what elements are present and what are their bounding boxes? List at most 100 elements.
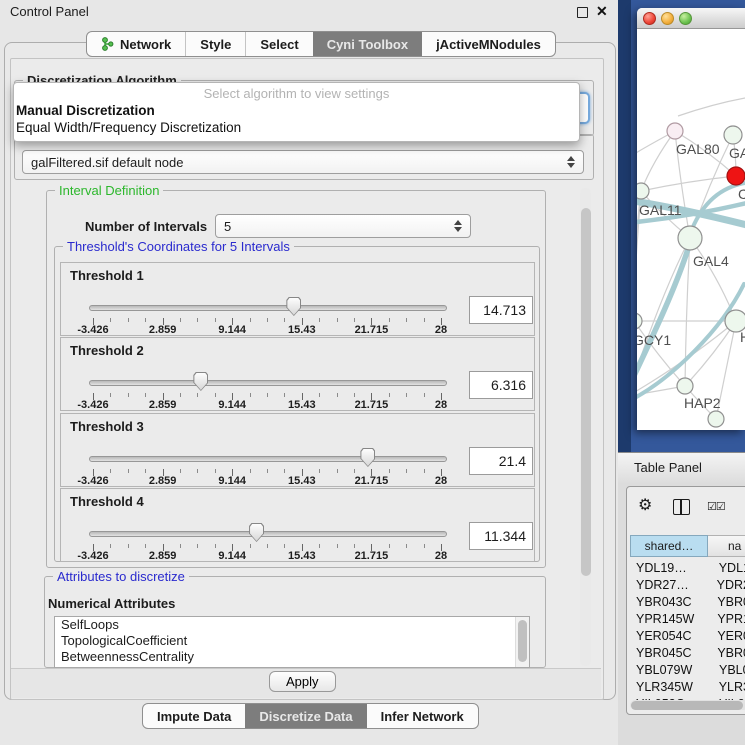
slider-thumb[interactable] <box>193 372 208 391</box>
tab-infer-network[interactable]: Infer Network <box>367 704 478 728</box>
slider-track[interactable] <box>89 531 447 537</box>
attribute-item-topologicalcoefficient[interactable]: TopologicalCoefficient <box>55 633 529 649</box>
tick-mark <box>145 393 146 397</box>
slider-thumb[interactable] <box>360 448 375 467</box>
tick-label: 2.859 <box>149 550 177 562</box>
cell-shared-name: YDL19… <box>630 560 714 577</box>
columns-icon[interactable] <box>673 499 690 515</box>
threshold-value-field[interactable]: 11.344 <box>469 522 533 550</box>
tick-mark <box>215 318 216 322</box>
tick-mark <box>145 318 146 322</box>
table-row[interactable]: YER054CYER0 <box>630 628 745 645</box>
tick-label: 9.144 <box>218 324 246 336</box>
tab-select[interactable]: Select <box>245 32 312 56</box>
close-icon[interactable]: ✕ <box>596 3 608 20</box>
table-horizontal-scrollbar[interactable] <box>630 700 745 710</box>
slider-track[interactable] <box>89 305 447 311</box>
column-header-name[interactable]: na <box>708 535 745 557</box>
tick-label: 2.859 <box>149 475 177 487</box>
network-node-label: GAL80 <box>676 141 720 157</box>
slider-track[interactable] <box>89 380 447 386</box>
network-view[interactable]: GAL80GACGAL11GAL4GCY1HHAP2 <box>637 29 745 430</box>
float-window-icon[interactable] <box>577 7 588 18</box>
network-edge[interactable] <box>678 98 745 116</box>
column-header-shared-name[interactable]: shared… <box>630 535 708 557</box>
tick-mark <box>197 318 198 322</box>
network-node-gcy1[interactable] <box>637 313 642 329</box>
cell-shared-name: YDR27… <box>630 577 712 594</box>
tab-impute-data[interactable]: Impute Data <box>143 704 245 728</box>
close-traffic-light-icon[interactable] <box>643 12 656 25</box>
threshold-value-field[interactable]: 21.4 <box>469 447 533 475</box>
network-node-ga[interactable] <box>724 126 742 144</box>
tick-mark <box>337 393 338 397</box>
tick-label: 21.715 <box>355 550 389 562</box>
network-node-gal11[interactable] <box>637 183 649 199</box>
slider-thumb[interactable] <box>249 523 264 542</box>
table-row[interactable]: YBR045CYBR0 <box>630 645 745 662</box>
table-row[interactable]: YPR145WYPR1 <box>630 611 745 628</box>
tab-jactivemnodules[interactable]: jActiveMNodules <box>422 32 555 56</box>
network-node-c[interactable] <box>727 167 745 185</box>
tick-mark <box>110 469 111 473</box>
network-edge[interactable] <box>641 176 736 191</box>
tick-label: 15.43 <box>288 475 316 487</box>
tick-mark <box>406 544 407 548</box>
list-scrollbar-thumb[interactable] <box>518 620 527 662</box>
table-row[interactable]: YBR043CYBR0 <box>630 594 745 611</box>
table-horizontal-scrollbar-thumb[interactable] <box>631 701 743 710</box>
attribute-item-betweennesscentrality[interactable]: BetweennessCentrality <box>55 649 529 665</box>
tab-network[interactable]: Network <box>87 32 185 56</box>
table-row[interactable]: YBL079WYBL0 <box>630 662 745 679</box>
tick-label: 21.715 <box>355 399 389 411</box>
zoom-traffic-light-icon[interactable] <box>679 12 692 25</box>
tick-mark <box>128 393 129 397</box>
tick-mark <box>215 544 216 548</box>
minimize-traffic-light-icon[interactable] <box>661 12 674 25</box>
tick-mark <box>180 469 181 473</box>
tick-mark <box>337 544 338 548</box>
algorithm-option-equal-width-frequency-discretization[interactable]: Equal Width/Frequency Discretization <box>16 120 241 135</box>
algorithm-option-manual-discretization[interactable]: Manual Discretization <box>16 103 155 118</box>
tick-label: 9.144 <box>218 399 246 411</box>
select-columns-icon[interactable]: ☑☑ <box>707 500 725 513</box>
network-node-label: GAL11 <box>639 202 682 218</box>
table-row[interactable]: YDR27…YDR2 <box>630 577 745 594</box>
network-node[interactable] <box>708 411 724 427</box>
slider-thumb[interactable] <box>286 297 301 316</box>
number-of-intervals-combobox[interactable]: 5 <box>215 214 471 238</box>
window-titlebar[interactable] <box>637 8 745 29</box>
tab-cyni-toolbox[interactable]: Cyni Toolbox <box>313 32 422 56</box>
table-data-combobox[interactable]: galFiltered.sif default node <box>22 150 584 174</box>
list-scrollbar[interactable] <box>515 617 529 667</box>
panel-scrollbar-thumb[interactable] <box>581 208 591 576</box>
threshold-value-field[interactable]: 14.713 <box>469 296 533 324</box>
numerical-attributes-list[interactable]: SelfLoopsTopologicalCoefficientBetweenne… <box>54 616 530 668</box>
tick-label: 15.43 <box>288 399 316 411</box>
tick-label: 2.859 <box>149 324 177 336</box>
apply-button[interactable]: Apply <box>269 671 336 692</box>
tick-mark <box>389 469 390 473</box>
network-node-hap2[interactable] <box>677 378 693 394</box>
threshold-value-field[interactable]: 6.316 <box>469 371 533 399</box>
tick-label: 21.715 <box>355 475 389 487</box>
tick-mark <box>284 393 285 397</box>
tick-mark <box>319 318 320 322</box>
attribute-item-selfloops[interactable]: SelfLoops <box>55 617 529 633</box>
tab-style[interactable]: Style <box>185 32 245 56</box>
slider-tick-labels: -3.4262.8599.14415.4321.71528 <box>89 475 447 487</box>
tick-mark <box>128 318 129 322</box>
tick-label: 2.859 <box>149 399 177 411</box>
gear-icon[interactable]: ⚙ <box>638 495 652 515</box>
tick-mark <box>267 544 268 548</box>
tick-mark <box>250 393 251 397</box>
table-row[interactable]: YLR345WYLR3 <box>630 679 745 696</box>
control-panel: Control Panel ✕ NetworkStyleSelectCyni T… <box>0 0 618 745</box>
table-row[interactable]: YDL19…YDL1 <box>630 560 745 577</box>
tab-discretize-data[interactable]: Discretize Data <box>245 704 366 728</box>
slider-track[interactable] <box>89 456 447 462</box>
network-node-gal80[interactable] <box>667 123 683 139</box>
panel-scrollbar[interactable] <box>580 188 591 666</box>
network-node-gal4[interactable] <box>678 226 702 250</box>
tick-mark <box>180 393 181 397</box>
